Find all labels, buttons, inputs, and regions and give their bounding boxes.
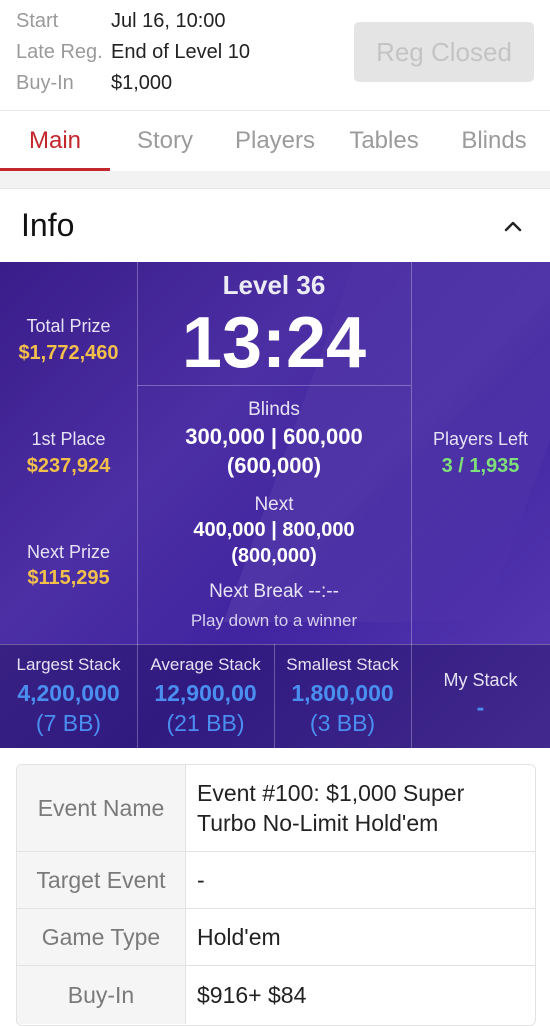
tournament-dashboard: Total Prize $1,772,460 1st Place $237,92… <box>0 262 550 748</box>
late-reg-row: Late Reg. End of Level 10 <box>16 41 250 64</box>
event-name-line-2: Turbo No-Limit Hold'em <box>197 810 439 836</box>
next-break: Next Break --:-- <box>137 581 411 603</box>
smallest-stack-value: 1,800,000 <box>291 680 394 706</box>
next-label: Next <box>254 494 294 515</box>
table-row: Game Type Hold'em <box>17 909 535 966</box>
next-break-label: Next Break <box>209 581 304 602</box>
average-stack-bb: (21 BB) <box>166 710 245 736</box>
next-blinds-value: 400,000 | 800,000 <box>193 519 355 541</box>
start-value: Jul 16, 10:00 <box>111 10 226 32</box>
players-left-value: 3 / 1,935 <box>441 455 520 477</box>
start-label: Start <box>16 10 59 32</box>
next-prize-value: $115,295 <box>27 567 110 589</box>
event-name-value: Event #100: $1,000 Super Turbo No-Limit … <box>197 765 527 851</box>
largest-stack-value: 4,200,000 <box>17 680 120 706</box>
my-stack-label: My Stack <box>443 670 518 690</box>
first-place-label: 1st Place <box>31 429 106 449</box>
first-place-value: $237,924 <box>26 455 111 477</box>
buyin-detail-value: $916+ $84 <box>197 982 307 1008</box>
players-left-label: Players Left <box>432 429 529 449</box>
event-name-key: Event Name <box>17 765 186 851</box>
blinds-ante: (600,000) <box>226 453 322 478</box>
tournament-header: Start Jul 16, 10:00 Late Reg. End of Lev… <box>0 0 550 110</box>
tab-bar: Main Story Players Tables Blinds <box>0 110 550 172</box>
next-blinds-ante: (800,000) <box>231 545 317 567</box>
buyin-key: Buy-In <box>17 966 186 1024</box>
next-prize-label: Next Prize <box>26 542 111 562</box>
grid-divider <box>0 644 550 645</box>
smallest-stack-label: Smallest Stack <box>286 655 399 674</box>
smallest-stack-bb: (3 BB) <box>309 710 376 736</box>
play-down-note: Play down to a winner <box>190 611 358 630</box>
table-row: Buy-In $916+ $84 <box>17 966 535 1024</box>
info-title: Info <box>21 207 75 243</box>
my-stack-value: - <box>476 694 485 720</box>
level-indicator: Level 36 <box>137 270 411 301</box>
largest-stack-label: Largest Stack <box>16 655 121 674</box>
tab-players[interactable]: Players <box>222 111 328 171</box>
tab-blinds[interactable]: Blinds <box>444 111 544 171</box>
blinds-value: 300,000 | 600,000 <box>185 424 363 449</box>
late-reg-value: End of Level 10 <box>111 41 250 63</box>
chevron-up-icon[interactable] <box>500 215 526 237</box>
start-row: Start Jul 16, 10:00 <box>16 10 226 33</box>
blinds-label: Blinds <box>248 399 300 420</box>
average-stack-value: 12,900,00 <box>154 680 257 706</box>
next-break-value: --:-- <box>308 581 339 602</box>
largest-stack-bb: (7 BB) <box>35 710 102 736</box>
level-label: Level <box>222 270 290 300</box>
average-stack-label: Average Stack <box>150 655 261 674</box>
total-prize-value: $1,772,460 <box>18 342 119 364</box>
tab-main[interactable]: Main <box>0 111 110 171</box>
info-section-header[interactable]: Info <box>0 188 550 263</box>
event-name-line-1: Event #100: $1,000 Super <box>197 780 465 806</box>
event-details-table: Event Name Event #100: $1,000 Super Turb… <box>16 764 536 1026</box>
target-event-key: Target Event <box>17 852 186 908</box>
level-clock: 13:24 <box>181 303 367 383</box>
game-type-value: Hold'em <box>197 924 281 950</box>
buyin-row: Buy-In $1,000 <box>16 72 172 95</box>
total-prize-label: Total Prize <box>26 316 111 336</box>
tab-tables[interactable]: Tables <box>336 111 432 171</box>
level-number: 36 <box>296 270 326 300</box>
section-divider <box>0 171 550 188</box>
buyin-value: $1,000 <box>111 72 173 94</box>
tab-story[interactable]: Story <box>115 111 215 171</box>
table-row: Target Event - <box>17 852 535 909</box>
grid-divider <box>137 385 411 386</box>
target-event-value: - <box>197 867 205 893</box>
buyin-label: Buy-In <box>16 72 74 94</box>
game-type-key: Game Type <box>17 909 186 965</box>
reg-closed-button[interactable]: Reg Closed <box>354 22 534 82</box>
late-reg-label: Late Reg. <box>16 41 103 63</box>
table-row: Event Name Event #100: $1,000 Super Turb… <box>17 765 535 852</box>
